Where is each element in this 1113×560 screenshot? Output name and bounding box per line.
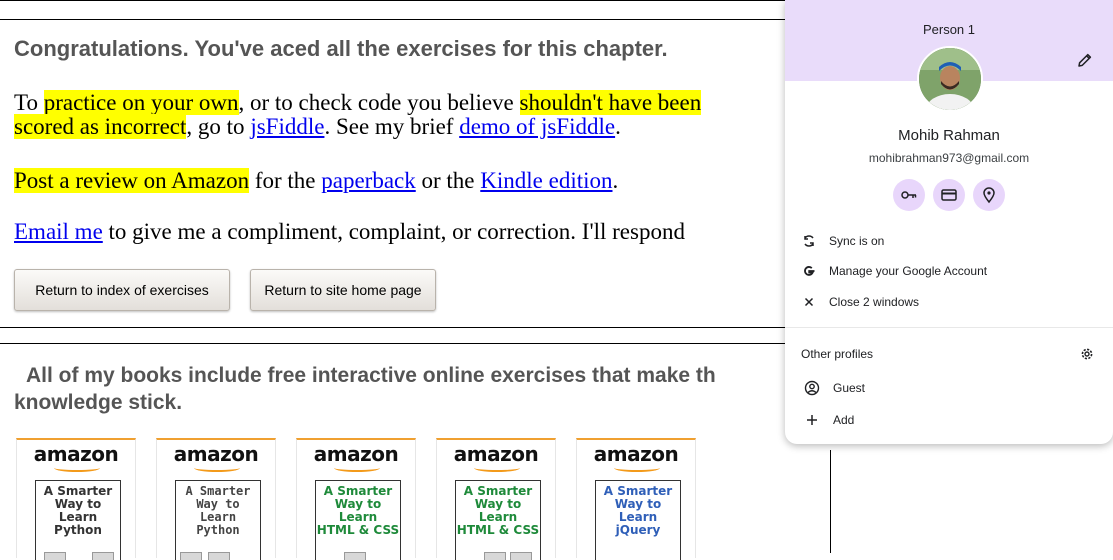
- cover-illustration: [484, 552, 506, 560]
- divider: [830, 450, 831, 553]
- cover-illustration: [344, 552, 366, 560]
- other-profiles-heading: Other profiles: [801, 347, 874, 361]
- amazon-logo: amazon: [33, 442, 119, 466]
- book-cover: A Smarter Way to Learn HTML & CSS: [315, 480, 401, 560]
- profile-label: Person 1: [922, 22, 976, 37]
- key-icon: [901, 191, 917, 199]
- close-windows-item[interactable]: Close 2 windows: [785, 287, 1113, 317]
- gear-icon[interactable]: [1079, 346, 1095, 362]
- card-icon: [941, 189, 957, 201]
- guest-label: Guest: [833, 381, 866, 395]
- menu-divider: [785, 327, 1113, 328]
- book-cover: A Smarter Way to Learn Python: [35, 480, 121, 560]
- book-title: A Smarter Way to Learn Python: [43, 484, 113, 537]
- scored-highlight: scored as incorrect: [14, 114, 187, 139]
- book-card[interactable]: amazon A Smarter Way to Learn jQuery: [576, 438, 696, 560]
- sync-icon: [804, 235, 814, 247]
- books-heading: All of my books include free interactive…: [14, 364, 716, 414]
- top-divider: [0, 0, 830, 1]
- cover-illustration: [92, 552, 114, 560]
- addresses-button[interactable]: [973, 179, 1005, 211]
- manage-account-item[interactable]: Manage your Google Account: [785, 256, 1113, 286]
- amazon-smile-icon: [194, 464, 240, 472]
- return-home-button[interactable]: Return to site home page: [250, 269, 436, 311]
- sync-label: Sync is on: [829, 234, 885, 248]
- jsfiddle-link[interactable]: jsFiddle: [250, 114, 324, 139]
- kindle-edition-link[interactable]: Kindle edition: [480, 168, 612, 193]
- amazon-smile-icon: [54, 464, 100, 472]
- close-windows-label: Close 2 windows: [829, 295, 920, 309]
- book-card[interactable]: amazon A Smarter Way to Learn Python: [16, 438, 136, 560]
- book-cover: A Smarter Way to Learn HTML & CSS: [455, 480, 541, 560]
- email-me-link[interactable]: Email me: [14, 219, 103, 244]
- return-index-button[interactable]: Return to index of exercises: [14, 269, 230, 311]
- amazon-smile-icon: [614, 464, 660, 472]
- divider: [0, 19, 830, 20]
- book-title: A Smarter Way to Learn jQuery: [603, 484, 673, 537]
- book-title: A Smarter Way to Learn Python: [185, 484, 251, 537]
- amazon-logo: amazon: [453, 442, 539, 466]
- congrats-heading: Congratulations. You've aced all the exe…: [14, 36, 668, 61]
- user-name: Mohib Rahman: [898, 127, 1000, 144]
- cover-illustration: [44, 552, 66, 560]
- amazon-smile-icon: [334, 464, 380, 472]
- cover-illustration: [208, 552, 230, 560]
- paperback-link[interactable]: paperback: [321, 168, 416, 193]
- amazon-logo: amazon: [313, 442, 399, 466]
- book-title: A Smarter Way to Learn HTML & CSS: [316, 484, 400, 537]
- payment-methods-button[interactable]: [933, 179, 965, 211]
- book-cover: A Smarter Way to Learn jQuery: [595, 480, 681, 560]
- book-title: A Smarter Way to Learn HTML & CSS: [456, 484, 540, 537]
- amazon-logo: amazon: [593, 442, 679, 466]
- divider: [0, 327, 830, 328]
- practice-highlight: practice on your own: [43, 90, 239, 115]
- email-paragraph: Email me to give me a compliment, compla…: [14, 219, 685, 244]
- divider: [0, 343, 830, 344]
- book-cover: A Smarter Way to Learn Python: [175, 480, 261, 560]
- book-card[interactable]: amazon A Smarter Way to Learn HTML & CSS: [296, 438, 416, 560]
- add-profile-item[interactable]: Add: [785, 405, 1113, 435]
- book-card[interactable]: amazon A Smarter Way to Learn HTML & CSS: [436, 438, 556, 560]
- amazon-logo: amazon: [173, 442, 259, 466]
- add-icon: [807, 415, 817, 425]
- user-email: mohibrahman973@gmail.com: [868, 151, 1030, 165]
- passwords-button[interactable]: [893, 179, 925, 211]
- sync-item[interactable]: Sync is on: [785, 226, 1113, 256]
- avatar[interactable]: [917, 46, 983, 112]
- guest-icon: [804, 380, 820, 396]
- review-paragraph: Post a review on Amazon for the paperbac…: [14, 168, 619, 193]
- profile-menu: Person 1 Mohib Rahman mohibrahman973@gma…: [785, 0, 1113, 444]
- guest-profile-item[interactable]: Guest: [785, 373, 1113, 403]
- shouldnt-highlight: shouldn't have been: [519, 90, 702, 115]
- edit-pencil-icon[interactable]: [1075, 50, 1095, 70]
- google-icon: [804, 266, 815, 276]
- demo-jsfiddle-link[interactable]: demo of jsFiddle: [459, 114, 615, 139]
- manage-account-label: Manage your Google Account: [829, 264, 988, 278]
- amazon-smile-icon: [474, 464, 520, 472]
- add-label: Add: [833, 413, 855, 427]
- cover-illustration: [180, 552, 202, 560]
- exercise-page: Congratulations. You've aced all the exe…: [0, 0, 831, 560]
- location-pin-icon: [983, 187, 995, 204]
- cover-illustration: [510, 552, 532, 560]
- close-icon: [804, 297, 814, 307]
- review-highlight: Post a review on Amazon: [14, 168, 250, 193]
- practice-paragraph: To practice on your own, or to check cod…: [14, 90, 702, 139]
- book-card[interactable]: amazon A Smarter Way to Learn Python: [156, 438, 276, 560]
